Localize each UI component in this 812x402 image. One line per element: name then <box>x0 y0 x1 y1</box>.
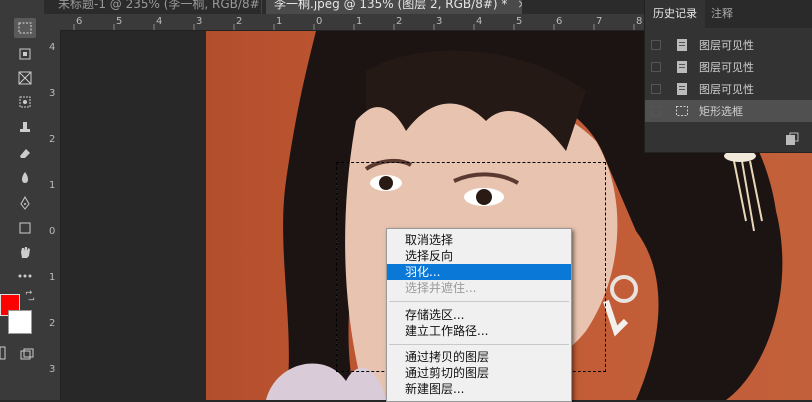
menu-item-feather[interactable]: 羽化... <box>387 264 571 280</box>
ruler-label: 4 <box>49 42 56 53</box>
ruler-label: 2 <box>396 16 403 27</box>
ruler-label: 8 <box>636 16 643 27</box>
menu-item-make-work-path[interactable]: 建立工作路径... <box>387 323 571 339</box>
spot-healing-tool-icon[interactable] <box>14 92 36 112</box>
history-item-selected[interactable]: 矩形选框 <box>645 100 812 122</box>
menu-separator <box>389 344 569 345</box>
tab-label: 未标题-1 @ 235% (李一桐, RGB/8#) * <box>58 0 262 11</box>
tab-history[interactable]: 历史记录 <box>645 0 705 28</box>
rect-marquee-tool-icon[interactable] <box>14 18 36 38</box>
ruler-label: 4 <box>156 16 163 27</box>
menu-item-layer-via-cut[interactable]: 通过剪切的图层 <box>387 365 571 381</box>
tools-panel <box>0 0 45 400</box>
menu-item-select-inverse[interactable]: 选择反向 <box>387 248 571 264</box>
tab-label: 李一桐.jpeg @ 135% (图层 2, RGB/8#) * <box>274 0 508 11</box>
ruler-label: 2 <box>49 318 56 329</box>
ruler-label: 7 <box>596 16 603 27</box>
background-color-swatch[interactable] <box>8 310 32 334</box>
artboard-tool-icon[interactable] <box>14 44 36 64</box>
document-icon <box>677 39 687 51</box>
context-menu: 取消选择 选择反向 羽化... 选择并遮住... 存储选区... 建立工作路径.… <box>386 228 572 402</box>
ruler-label: 4 <box>476 16 483 27</box>
horizontal-ruler: 6 5 4 3 2 1 0 1 2 3 4 5 6 7 8 <box>44 14 644 31</box>
quick-mask-icon[interactable] <box>0 346 6 360</box>
ruler-label: 2 <box>49 134 56 145</box>
close-icon[interactable]: × <box>517 0 522 11</box>
history-item-label: 图层可见性 <box>699 39 754 52</box>
ruler-label: 3 <box>49 364 56 375</box>
ruler-label: 6 <box>556 16 563 27</box>
ruler-label: 3 <box>436 16 443 27</box>
history-panel: 历史记录 注释 图层可见性 图层可见性 图层可见性 矩形选框 <box>644 0 812 153</box>
history-item-label: 矩形选框 <box>699 105 743 118</box>
menu-item-save-selection[interactable]: 存储选区... <box>387 307 571 323</box>
ruler-label: 0 <box>316 16 323 27</box>
pen-tool-icon[interactable] <box>14 193 36 213</box>
history-item-label: 图层可见性 <box>699 83 754 96</box>
blur-tool-icon[interactable] <box>14 168 36 188</box>
snapshot-checkbox[interactable] <box>651 106 661 116</box>
ruler-label: 5 <box>516 16 523 27</box>
document-tab-untitled[interactable]: 未标题-1 @ 235% (李一桐, RGB/8#) * × <box>50 0 262 14</box>
history-item[interactable]: 图层可见性 <box>645 34 812 56</box>
menu-item-deselect[interactable]: 取消选择 <box>387 232 571 248</box>
screen-mode-icon[interactable] <box>16 344 38 364</box>
ruler-label: 1 <box>276 16 283 27</box>
ruler-label: 1 <box>49 180 56 191</box>
clone-stamp-tool-icon[interactable] <box>14 118 36 138</box>
ruler-label: 2 <box>236 16 243 27</box>
rectangle-tool-icon[interactable] <box>14 218 36 238</box>
frame-tool-icon[interactable] <box>14 68 36 88</box>
document-icon <box>677 83 687 95</box>
ruler-label: 1 <box>49 272 56 283</box>
hand-tool-icon[interactable] <box>14 242 36 262</box>
snapshot-checkbox[interactable] <box>651 62 661 72</box>
menu-item-layer-via-copy[interactable]: 通过拷贝的图层 <box>387 349 571 365</box>
marquee-icon <box>676 106 688 116</box>
more-tools-icon[interactable] <box>14 266 36 286</box>
panel-tabs: 历史记录 注释 <box>645 0 812 28</box>
history-item-label: 图层可见性 <box>699 61 754 74</box>
vertical-ruler: 4 3 2 1 0 1 2 3 <box>44 30 61 400</box>
swap-colors-icon[interactable] <box>24 290 36 302</box>
snapshot-checkbox[interactable] <box>651 84 661 94</box>
snapshot-checkbox[interactable] <box>651 40 661 50</box>
document-icon <box>677 61 687 73</box>
ruler-ticks <box>73 24 635 30</box>
document-tab-bar: 未标题-1 @ 235% (李一桐, RGB/8#) * × 李一桐.jpeg … <box>44 0 644 14</box>
ruler-label: 6 <box>76 16 83 27</box>
new-document-from-state-icon[interactable] <box>785 132 799 146</box>
ruler-label: 3 <box>49 88 56 99</box>
eraser-tool-icon[interactable] <box>14 143 36 163</box>
tab-notes[interactable]: 注释 <box>703 0 741 28</box>
ruler-label: 0 <box>49 226 56 237</box>
ruler-label: 3 <box>196 16 203 27</box>
history-item[interactable]: 图层可见性 <box>645 56 812 78</box>
document-tab-active[interactable]: 李一桐.jpeg @ 135% (图层 2, RGB/8#) * × <box>266 0 522 14</box>
ruler-label: 5 <box>116 16 123 27</box>
menu-item-select-and-mask: 选择并遮住... <box>405 281 477 295</box>
menu-item-new-layer[interactable]: 新建图层... <box>387 381 571 397</box>
history-item[interactable]: 图层可见性 <box>645 78 812 100</box>
ruler-label: 1 <box>356 16 363 27</box>
menu-separator <box>389 301 569 302</box>
